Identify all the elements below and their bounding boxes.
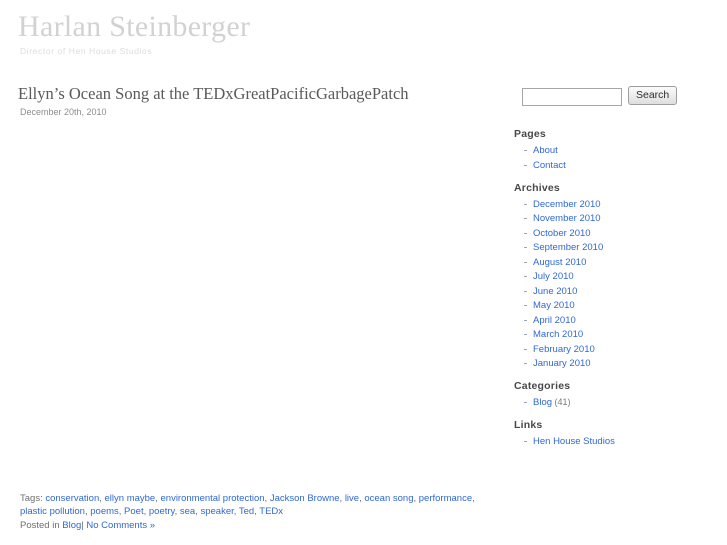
- sidebar-link-contact[interactable]: Contact: [533, 160, 566, 171]
- list-item: April 2010: [524, 315, 712, 326]
- tags-label: Tags:: [20, 493, 43, 504]
- posted-in-line: Posted in Blog| No Comments »: [20, 519, 482, 532]
- tag-link[interactable]: sea: [180, 506, 195, 517]
- bullet-icon: [524, 164, 527, 166]
- sidebar: Search Pages About Contact Archives December…: [512, 86, 712, 458]
- list-item: March 2010: [524, 329, 712, 340]
- tag-link[interactable]: performance: [419, 493, 472, 504]
- list-item: Contact: [524, 160, 712, 171]
- tag-link[interactable]: ocean song: [364, 493, 413, 504]
- widget-list: Hen House Studios: [512, 436, 712, 447]
- tag-link[interactable]: speaker: [200, 506, 233, 517]
- tag-link[interactable]: Ted: [239, 506, 254, 517]
- tag-link[interactable]: plastic pollution: [20, 506, 85, 517]
- list-item: Hen House Studios: [524, 436, 712, 447]
- sidebar-link-september-2010[interactable]: September 2010: [533, 242, 603, 253]
- bullet-icon: [524, 150, 527, 151]
- list-item: January 2010: [524, 358, 712, 369]
- item-count: (41): [552, 397, 571, 407]
- sidebar-link-february-2010[interactable]: February 2010: [533, 344, 595, 355]
- tag-link[interactable]: conservation: [45, 493, 99, 504]
- site-title: Harlan Steinberger: [18, 10, 251, 43]
- post-meta: Tags: conservation, ellyn maybe, environ…: [20, 492, 482, 532]
- bullet-icon: [524, 363, 527, 364]
- tags-line: Tags: conservation, ellyn maybe, environ…: [20, 492, 482, 518]
- sidebar-widget-pages: Pages About Contact: [512, 128, 712, 171]
- main-content: Ellyn’s Ocean Song at the TEDxGreatPacif…: [0, 84, 500, 474]
- bullet-icon: [524, 276, 527, 277]
- tag-link[interactable]: poems: [90, 506, 119, 517]
- list-item: August 2010: [524, 257, 712, 268]
- bullet-icon: [524, 334, 527, 335]
- post-title: Ellyn’s Ocean Song at the TEDxGreatPacif…: [18, 84, 409, 103]
- site-tagline: Director of Hen House Studios: [20, 46, 153, 56]
- sidebar-widget-archives: Archives December 2010 November 2010 Octobe…: [512, 182, 712, 370]
- bullet-icon: [524, 402, 527, 403]
- bullet-icon: [524, 290, 527, 292]
- post-body: [20, 118, 500, 474]
- site-header: Harlan Steinberger Director of Hen House…: [0, 0, 727, 72]
- list-item: October 2010: [524, 228, 712, 239]
- bullet-icon: [524, 441, 527, 442]
- widget-title: Pages: [514, 128, 546, 140]
- sidebar-link-march-2010[interactable]: March 2010: [533, 329, 583, 340]
- sidebar-link-blog[interactable]: Blog: [533, 397, 552, 408]
- sidebar-link-hen-house-studios[interactable]: Hen House Studios: [533, 436, 615, 447]
- sidebar-widgets: Pages About Contact Archives December 2010 No…: [512, 128, 712, 447]
- tag-separator: ,: [472, 493, 475, 504]
- meta-separator: |: [81, 520, 84, 531]
- bullet-icon: [524, 203, 527, 205]
- list-item: May 2010: [524, 300, 712, 311]
- list-item: December 2010: [524, 199, 712, 210]
- tag-link[interactable]: ellyn maybe: [105, 493, 156, 504]
- bullet-icon: [524, 218, 527, 219]
- list-item: September 2010: [524, 242, 712, 253]
- tag-link[interactable]: environmental protection: [161, 493, 265, 504]
- sidebar-link-april-2010[interactable]: April 2010: [533, 315, 576, 326]
- post-category-link[interactable]: Blog: [62, 520, 81, 531]
- list-item: February 2010: [524, 344, 712, 355]
- widget-title: Links: [514, 419, 543, 431]
- sidebar-link-may-2010[interactable]: May 2010: [533, 300, 575, 311]
- page-root: Harlan Steinberger Director of Hen House…: [0, 0, 727, 545]
- tag-link[interactable]: TEDx: [259, 506, 283, 517]
- bullet-icon: [524, 247, 527, 248]
- sidebar-link-june-2010[interactable]: June 2010: [533, 286, 577, 297]
- bullet-icon: [524, 232, 527, 234]
- search-input[interactable]: [522, 88, 622, 106]
- tag-link[interactable]: Jackson Browne: [270, 493, 340, 504]
- list-item: November 2010: [524, 213, 712, 224]
- sidebar-link-august-2010[interactable]: August 2010: [533, 257, 586, 268]
- bullet-icon: [524, 261, 527, 263]
- list-item: June 2010: [524, 286, 712, 297]
- comments-link[interactable]: No Comments »: [86, 520, 155, 531]
- sidebar-link-november-2010[interactable]: November 2010: [533, 213, 601, 224]
- list-item: Blog (41): [524, 397, 712, 408]
- sidebar-link-january-2010[interactable]: January 2010: [533, 358, 591, 369]
- search-button[interactable]: Search: [628, 86, 678, 105]
- tag-list: conservation, ellyn maybe, environmental…: [20, 493, 475, 517]
- widget-list: About Contact: [512, 145, 712, 171]
- post-date: December 20th, 2010: [20, 107, 107, 117]
- tag-link[interactable]: poetry: [149, 506, 175, 517]
- sidebar-link-october-2010[interactable]: October 2010: [533, 228, 591, 239]
- posted-in-label: Posted in: [20, 520, 60, 531]
- widget-title: Categories: [514, 380, 571, 392]
- sidebar-link-december-2010[interactable]: December 2010: [533, 199, 601, 210]
- sidebar-link-july-2010[interactable]: July 2010: [533, 271, 574, 282]
- widget-title: Archives: [514, 181, 560, 194]
- list-item: July 2010: [524, 271, 712, 282]
- tag-link[interactable]: Poet: [124, 506, 144, 517]
- bullet-icon: [524, 305, 527, 306]
- sidebar-widget-categories: Categories Blog (41): [512, 380, 712, 408]
- search-form: Search: [512, 86, 712, 112]
- sidebar-link-about[interactable]: About: [533, 145, 558, 156]
- widget-list: December 2010 November 2010 October 2010 Se…: [512, 199, 712, 369]
- sidebar-widget-links: Links Hen House Studios: [512, 419, 712, 447]
- bullet-icon: [524, 348, 527, 350]
- widget-list: Blog (41): [512, 397, 712, 408]
- list-item: About: [524, 145, 712, 156]
- bullet-icon: [524, 319, 527, 321]
- tag-link[interactable]: live: [345, 493, 359, 504]
